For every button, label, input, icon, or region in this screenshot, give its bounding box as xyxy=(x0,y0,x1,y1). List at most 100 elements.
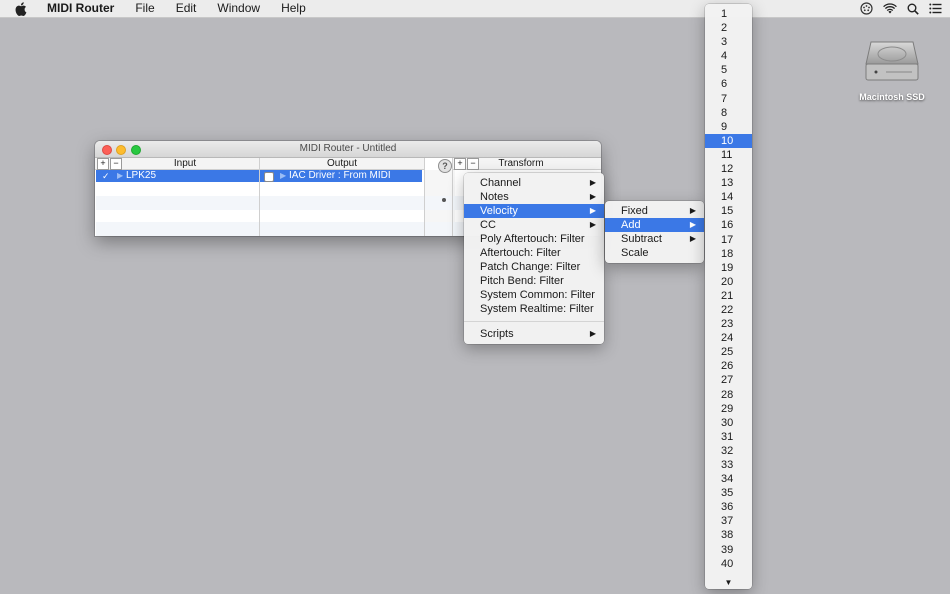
add-transform-button[interactable]: + xyxy=(454,158,466,170)
velocity-submenu: Fixed ▶ Add ▶ Subtract ▶ Scale xyxy=(605,201,704,263)
add-value-item[interactable]: 18 xyxy=(705,247,752,261)
menu-window[interactable]: Window xyxy=(213,0,264,17)
add-value-item[interactable]: 16 xyxy=(705,218,752,232)
transform-header: + − Transform xyxy=(453,158,601,170)
add-value-item[interactable]: 17 xyxy=(705,233,752,247)
menu-item-label: CC xyxy=(480,219,496,231)
add-value-item[interactable]: 27 xyxy=(705,373,752,387)
menu-item-system-common[interactable]: System Common: Filter xyxy=(464,288,604,302)
add-value-item[interactable]: 32 xyxy=(705,444,752,458)
menu-item-scale[interactable]: Scale xyxy=(605,246,704,260)
add-value-item[interactable]: 31 xyxy=(705,430,752,444)
column-divider xyxy=(452,158,453,236)
wifi-icon[interactable] xyxy=(883,3,897,14)
add-value-item[interactable]: 36 xyxy=(705,500,752,514)
menu-item-label: Notes xyxy=(480,191,509,203)
row-enabled-check[interactable]: ✓ xyxy=(102,170,110,182)
menu-item-pitch-bend[interactable]: Pitch Bend: Filter xyxy=(464,274,604,288)
add-value-item[interactable]: 19 xyxy=(705,261,752,275)
add-value-item[interactable]: 10 xyxy=(705,133,752,148)
add-value-item[interactable]: 14 xyxy=(705,190,752,204)
add-value-item[interactable]: 24 xyxy=(705,331,752,345)
disclosure-triangle-icon[interactable]: ▶ xyxy=(117,170,123,182)
menu-item-poly-aftertouch[interactable]: Poly Aftertouch: Filter xyxy=(464,232,604,246)
menu-item-add[interactable]: Add ▶ xyxy=(605,218,704,232)
menu-app-name[interactable]: MIDI Router xyxy=(43,0,118,17)
output-header: Output xyxy=(260,158,424,170)
menu-item-notes[interactable]: Notes ▶ xyxy=(464,190,604,204)
transform-context-menu: Channel ▶ Notes ▶ Velocity ▶ CC ▶ Poly After… xyxy=(464,173,604,344)
add-value-item[interactable]: 5 xyxy=(705,63,752,77)
add-value-item[interactable]: 33 xyxy=(705,458,752,472)
menu-item-patch-change[interactable]: Patch Change: Filter xyxy=(464,260,604,274)
menu-item-label: Subtract xyxy=(621,233,662,245)
menu-item-scripts[interactable]: Scripts ▶ xyxy=(464,327,604,341)
add-value-item[interactable]: 13 xyxy=(705,176,752,190)
add-value-item[interactable]: 29 xyxy=(705,402,752,416)
add-value-item[interactable]: 1 xyxy=(705,7,752,21)
menu-item-cc[interactable]: CC ▶ xyxy=(464,218,604,232)
menu-item-fixed[interactable]: Fixed ▶ xyxy=(605,204,704,218)
menu-item-aftertouch[interactable]: Aftertouch: Filter xyxy=(464,246,604,260)
add-value-item[interactable]: 9 xyxy=(705,120,752,134)
add-value-item[interactable]: 40 xyxy=(705,557,752,571)
add-value-item[interactable]: 39 xyxy=(705,543,752,557)
close-button[interactable] xyxy=(102,145,112,155)
add-value-item[interactable]: 28 xyxy=(705,388,752,402)
add-value-item[interactable]: 8 xyxy=(705,106,752,120)
hard-disk-icon[interactable] xyxy=(862,38,922,86)
output-device-name: IAC Driver : From MIDI Router xyxy=(289,170,391,193)
add-value-item[interactable]: 30 xyxy=(705,416,752,430)
add-value-item[interactable]: 15 xyxy=(705,204,752,218)
menu-item-velocity[interactable]: Velocity ▶ xyxy=(464,204,604,218)
midi-icon[interactable] xyxy=(860,2,873,15)
menu-file[interactable]: File xyxy=(131,0,158,17)
add-value-item[interactable]: 3 xyxy=(705,35,752,49)
add-value-item[interactable]: 38 xyxy=(705,528,752,542)
output-row-iac[interactable]: ▶ IAC Driver : From MIDI Router xyxy=(260,170,422,193)
empty-row xyxy=(96,196,521,210)
add-value-item[interactable]: 20 xyxy=(705,275,752,289)
add-value-item[interactable]: 34 xyxy=(705,472,752,486)
remove-transform-button[interactable]: − xyxy=(467,158,479,170)
add-value-item[interactable]: 12 xyxy=(705,162,752,176)
add-value-item[interactable]: 23 xyxy=(705,317,752,331)
help-button[interactable]: ? xyxy=(438,159,452,173)
apple-menu-icon[interactable] xyxy=(13,0,29,17)
menu-edit[interactable]: Edit xyxy=(172,0,201,17)
add-value-item[interactable]: 26 xyxy=(705,359,752,373)
scroll-down-arrow-icon[interactable]: ▼ xyxy=(705,578,752,587)
add-input-button[interactable]: + xyxy=(97,158,109,170)
add-value-item[interactable]: 2 xyxy=(705,21,752,35)
submenu-arrow-icon: ▶ xyxy=(589,178,596,187)
menu-item-subtract[interactable]: Subtract ▶ xyxy=(605,232,704,246)
add-value-item[interactable]: 37 xyxy=(705,514,752,528)
menu-item-label: Scripts xyxy=(480,328,514,340)
window-title[interactable]: MIDI Router - Untitled xyxy=(95,141,601,158)
menu-item-system-realtime[interactable]: System Realtime: Filter xyxy=(464,302,604,316)
menu-help[interactable]: Help xyxy=(277,0,310,17)
output-checkbox[interactable] xyxy=(264,172,274,182)
zoom-button[interactable] xyxy=(131,145,141,155)
add-value-item[interactable]: 11 xyxy=(705,148,752,162)
submenu-arrow-icon: ▶ xyxy=(589,220,596,229)
search-icon[interactable] xyxy=(907,3,919,15)
add-value-item[interactable]: 35 xyxy=(705,486,752,500)
minimize-button[interactable] xyxy=(116,145,126,155)
menu-item-channel[interactable]: Channel ▶ xyxy=(464,176,604,190)
input-column-title: Input xyxy=(173,158,197,169)
add-value-item[interactable]: 7 xyxy=(705,92,752,106)
empty-row xyxy=(96,222,521,236)
menu-item-label: Channel xyxy=(480,177,521,189)
add-value-item[interactable]: 6 xyxy=(705,77,752,91)
list-icon[interactable] xyxy=(929,3,942,14)
add-value-item[interactable]: 21 xyxy=(705,289,752,303)
add-value-item[interactable]: 4 xyxy=(705,49,752,63)
add-value-item[interactable]: 25 xyxy=(705,345,752,359)
add-value-item[interactable]: 22 xyxy=(705,303,752,317)
column-divider xyxy=(424,158,425,236)
output-column-title: Output xyxy=(326,158,358,169)
input-row-lpk25[interactable]: ✓ ▶ LPK25 xyxy=(96,170,259,182)
disclosure-triangle-icon[interactable]: ▶ xyxy=(280,170,286,182)
remove-input-button[interactable]: − xyxy=(110,158,122,170)
